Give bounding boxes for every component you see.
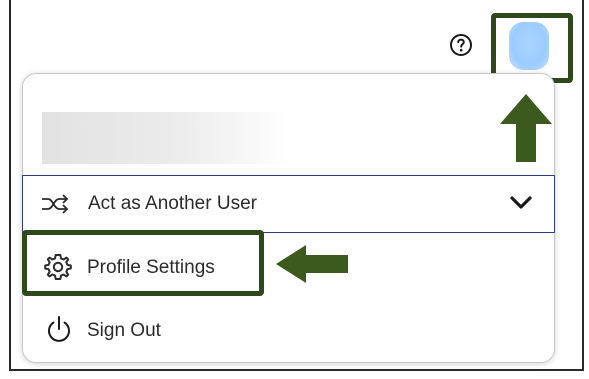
act-as-another-user-row[interactable]: Act as Another User [22, 175, 555, 233]
act-as-another-user-label: Act as Another User [88, 193, 257, 214]
user-name-redacted [42, 112, 292, 164]
sign-out-label: Sign Out [87, 320, 161, 341]
shuffle-icon [42, 194, 69, 214]
sign-out-item[interactable]: Sign Out [22, 300, 555, 358]
help-circle-icon[interactable] [449, 33, 473, 57]
profile-settings-highlight-box [22, 230, 264, 296]
arrow-left-annotation [276, 245, 348, 283]
arrow-up-annotation [500, 94, 552, 162]
chevron-down-icon[interactable] [509, 194, 533, 212]
power-icon [48, 316, 70, 342]
